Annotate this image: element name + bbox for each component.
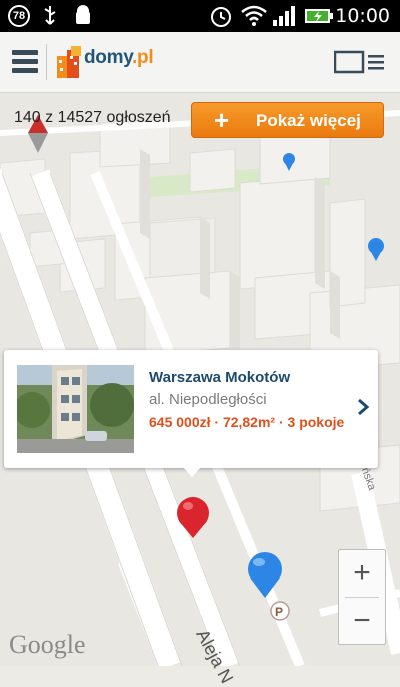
app-bar: domy.pl [0, 32, 400, 93]
zoom-out-button[interactable]: − [339, 598, 385, 645]
hamburger-icon [12, 50, 38, 55]
chevron-right-icon[interactable] [356, 398, 370, 416]
clock-time: 10:00 [335, 5, 390, 27]
plus-icon: + [214, 105, 230, 135]
domy-logo-icon [57, 46, 81, 78]
show-more-button[interactable]: + Pokaż więcej [191, 102, 384, 138]
android-debug-icon [76, 5, 90, 24]
alarm-clock-icon [211, 7, 231, 27]
zoom-controls: + − [338, 549, 386, 645]
listing-photo [17, 365, 134, 453]
usb-icon [44, 6, 56, 25]
status-bar: 78 10:00 [0, 0, 400, 32]
listing-card[interactable]: Warszawa Mokotów al. Niepodległości 645 … [4, 350, 378, 468]
listing-details: 645 000zł · 72,82m² · 3 pokoje [149, 414, 345, 430]
list-view-button[interactable] [334, 50, 386, 74]
listing-street: al. Niepodległości [149, 391, 267, 408]
google-attribution: Google [9, 630, 86, 659]
menu-button[interactable] [12, 50, 38, 74]
zoom-in-button[interactable]: + [339, 550, 385, 597]
show-more-label: Pokaż więcej [256, 111, 361, 130]
notification-count-badge: 78 [8, 5, 30, 27]
parking-label: P [275, 605, 283, 619]
results-counter: 140 z 14527 ogłoszeń [14, 109, 171, 126]
battery-charging-icon [305, 9, 333, 23]
app-bar-divider [46, 44, 47, 80]
signal-strength-icon [273, 6, 295, 26]
listing-card-pointer [183, 467, 201, 477]
wifi-icon [241, 5, 267, 26]
listing-title: Warszawa Mokotów [149, 369, 291, 386]
logo-wordmark[interactable]: domy.pl [84, 47, 154, 69]
